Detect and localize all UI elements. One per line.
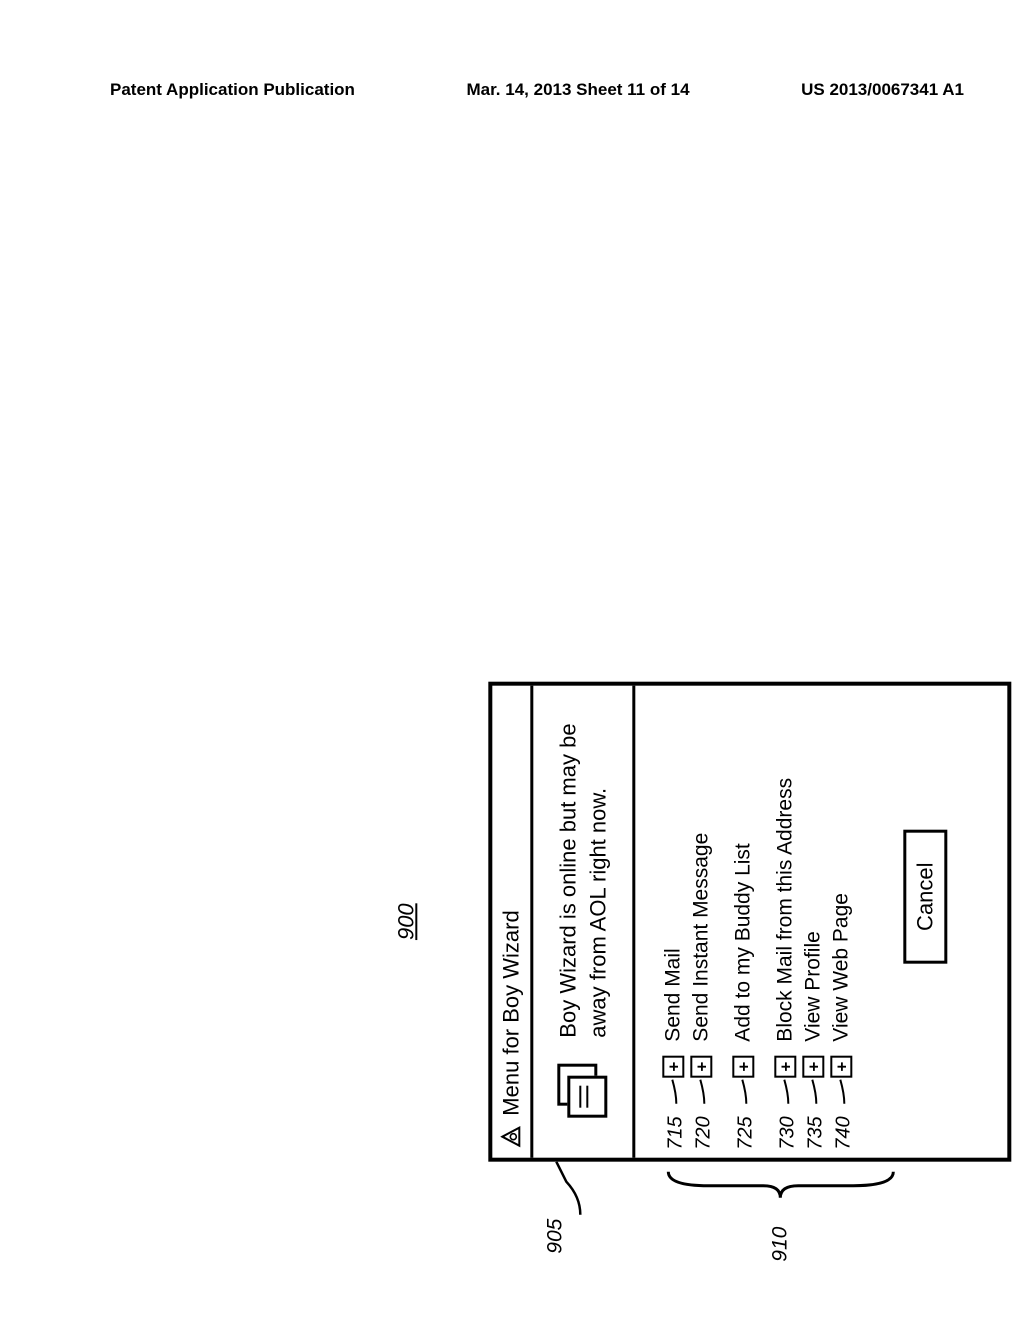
leader-line [813,1080,815,1106]
header-left: Patent Application Publication [110,80,355,100]
callout-905-leader [548,1162,578,1217]
menu-item-view-web[interactable]: 740 + View Web Page [830,716,854,1078]
cancel-button[interactable]: Cancel [904,829,948,963]
callout-910-brace [663,1168,898,1202]
ref-740: 740 [833,1116,856,1149]
ref-725: 725 [735,1116,758,1149]
figure-number: 900 [393,903,419,940]
callout-910-label: 910 [768,1227,792,1262]
expand-plus-icon[interactable]: + [775,1056,797,1078]
menu-label: Block Mail from this Address [774,778,798,1042]
header-right: US 2013/0067341 A1 [801,80,964,100]
leader-line [673,1080,675,1106]
status-line-1: Boy Wizard is online but may be [553,723,583,1037]
ref-730: 730 [777,1116,800,1149]
menu-area: 715 + Send Mail 720 + Send Instant Messa… [636,686,1008,1158]
buddy-note-icon [557,1060,609,1118]
menu-item-view-profile[interactable]: 735 + View Profile [802,716,826,1078]
status-area: Boy Wizard is online but may be away fro… [533,686,635,1158]
menu-item-send-im[interactable]: 720 + Send Instant Message [690,716,714,1078]
leader-line [841,1080,843,1106]
dialog-title: Menu for Boy Wizard [498,910,524,1115]
menu-dialog: Menu for Boy Wizard Boy Wizard is online… [488,682,1011,1162]
expand-plus-icon[interactable]: + [691,1056,713,1078]
menu-item-block-mail[interactable]: 730 + Block Mail from this Address [774,716,798,1078]
ref-735: 735 [805,1116,828,1149]
ref-715: 715 [665,1116,688,1149]
leader-line [785,1080,787,1106]
status-text: Boy Wizard is online but may be away fro… [553,723,612,1037]
ref-720: 720 [693,1116,716,1149]
aol-triangle-icon [500,1126,522,1148]
menu-label: Send Instant Message [690,833,714,1042]
header-center: Mar. 14, 2013 Sheet 11 of 14 [467,80,690,100]
expand-plus-icon[interactable]: + [831,1056,853,1078]
leader-line [701,1080,703,1106]
menu-label: Send Mail [662,948,686,1041]
menu-label: View Profile [802,931,826,1042]
expand-plus-icon[interactable]: + [663,1056,685,1078]
status-line-2: away from AOL right now. [583,723,613,1037]
leader-line [743,1080,745,1106]
page-header: Patent Application Publication Mar. 14, … [110,80,964,100]
dialog-titlebar: Menu for Boy Wizard [492,686,533,1158]
expand-plus-icon[interactable]: + [733,1056,755,1078]
menu-item-add-buddy[interactable]: 725 + Add to my Buddy List [732,716,756,1078]
figure-group: 900 905 910 Menu for Boy Wizard [488,682,1011,1162]
callout-905-label: 905 [543,1219,567,1254]
menu-label: Add to my Buddy List [732,843,756,1041]
expand-plus-icon[interactable]: + [803,1056,825,1078]
menu-label: View Web Page [830,893,854,1042]
menu-item-send-mail[interactable]: 715 + Send Mail [662,716,686,1078]
